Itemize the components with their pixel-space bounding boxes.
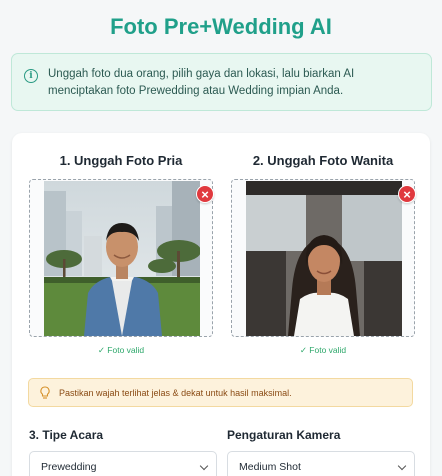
page-title: Foto Pre+Wedding AI bbox=[110, 14, 332, 39]
info-text: Unggah foto dua orang, pilih gaya dan lo… bbox=[48, 66, 354, 100]
event-type-label: 3. Tipe Acara bbox=[29, 428, 104, 442]
bride-photo bbox=[246, 181, 402, 336]
info-line-2: menciptakan foto Prewedding atau Wedding… bbox=[48, 85, 344, 97]
groom-valid-status: ✓ Foto valid bbox=[97, 345, 145, 355]
event-type-select[interactable]: Prewedding bbox=[29, 451, 217, 476]
tip-text: Pastikan wajah terlihat jelas & dekat un… bbox=[59, 387, 292, 398]
bride-dropzone[interactable]: × bbox=[231, 179, 416, 337]
chevron-down-icon bbox=[397, 461, 407, 471]
tip-banner: Pastikan wajah terlihat jelas & dekat un… bbox=[28, 378, 413, 407]
chevron-down-icon bbox=[199, 461, 209, 471]
info-banner: i Unggah foto dua orang, pilih gaya dan … bbox=[11, 53, 432, 111]
event-type-value: Prewedding bbox=[41, 461, 97, 473]
info-line-1: Unggah foto dua orang, pilih gaya dan lo… bbox=[48, 68, 355, 80]
groom-dropzone[interactable]: × bbox=[29, 179, 214, 337]
camera-settings-select[interactable]: Medium Shot bbox=[227, 451, 415, 476]
groom-photo bbox=[44, 181, 200, 336]
lightbulb-icon bbox=[40, 385, 50, 399]
info-icon: i bbox=[24, 69, 38, 83]
remove-bride-photo-button[interactable]: × bbox=[398, 185, 416, 203]
camera-settings-label: Pengaturan Kamera bbox=[227, 428, 341, 442]
camera-settings-value: Medium Shot bbox=[239, 461, 301, 473]
main-card: 1. Unggah Foto Pria × ✓ Foto valid 2. Un… bbox=[12, 133, 430, 476]
groom-upload-title: 1. Unggah Foto Pria bbox=[59, 153, 183, 168]
bride-upload-title: 2. Unggah Foto Wanita bbox=[252, 153, 394, 168]
remove-groom-photo-button[interactable]: × bbox=[196, 185, 214, 203]
bride-valid-status: ✓ Foto valid bbox=[299, 345, 347, 355]
